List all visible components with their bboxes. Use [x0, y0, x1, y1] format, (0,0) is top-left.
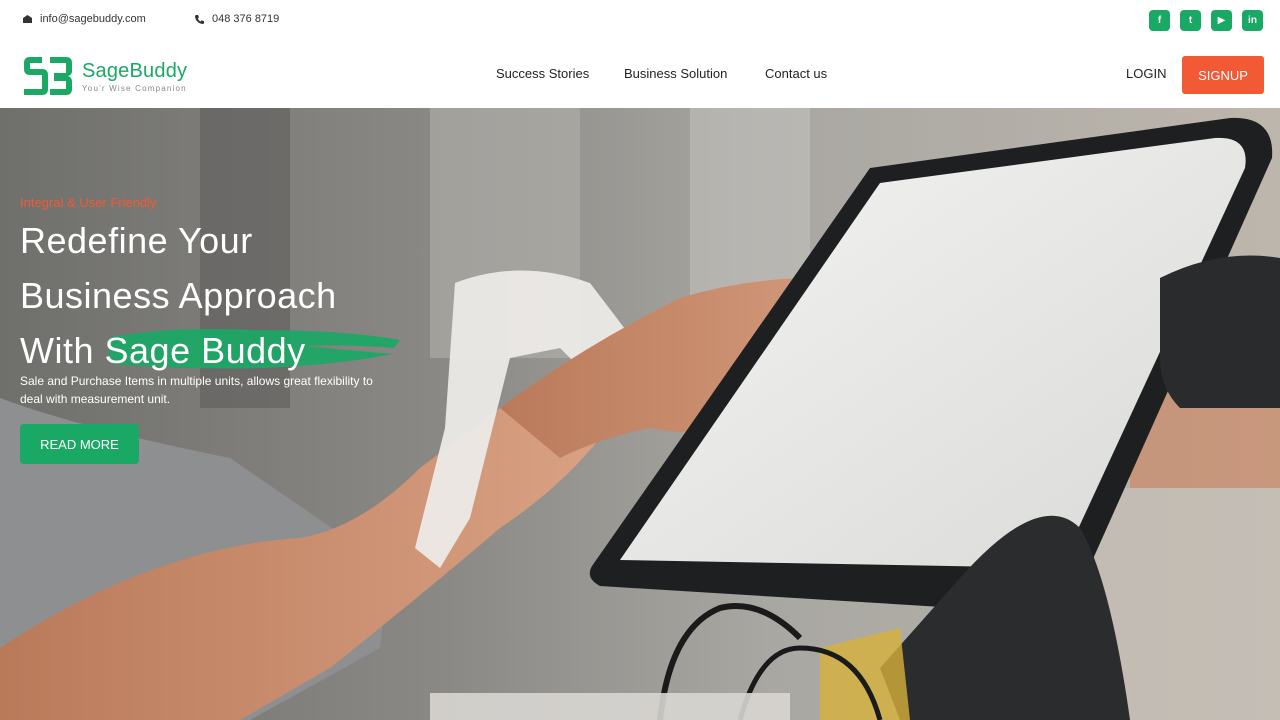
email-contact[interactable]: info@sagebuddy.com [20, 12, 146, 26]
linkedin-icon[interactable]: in [1242, 10, 1263, 31]
headline-line-3-prefix: With [20, 330, 105, 371]
headline-highlight: Sage Buddy [104, 330, 306, 371]
sagebuddy-logo-icon [24, 57, 72, 95]
hero-description: Sale and Purchase Items in multiple unit… [20, 374, 373, 406]
main-header: SageBuddy You'r Wise Companion Success S… [0, 40, 1280, 108]
logo-name: SageBuddy [82, 59, 188, 82]
signup-button[interactable]: SIGNUP [1182, 56, 1264, 94]
social-links: f t ▶ in [1149, 10, 1263, 31]
mail-icon [20, 12, 34, 26]
nav-contact-us[interactable]: Contact us [765, 66, 827, 81]
headline-line-2: Business Approach [20, 275, 337, 316]
top-contact-bar: info@sagebuddy.com 048 376 8719 f t ▶ in [0, 0, 1280, 40]
hero-eyebrow: Integral & User Friendly [20, 195, 157, 210]
site-logo[interactable]: SageBuddy You'r Wise Companion [20, 55, 187, 97]
twitter-icon[interactable]: t [1180, 10, 1201, 31]
read-more-button[interactable]: READ MORE [20, 424, 139, 464]
nav-success-stories[interactable]: Success Stories [496, 66, 589, 81]
facebook-icon[interactable]: f [1149, 10, 1170, 31]
headline-line-3: With Sage Buddy [20, 323, 337, 378]
youtube-icon[interactable]: ▶ [1211, 10, 1232, 31]
phone-icon [192, 12, 206, 26]
phone-contact[interactable]: 048 376 8719 [192, 12, 279, 26]
nav-business-solution[interactable]: Business Solution [624, 66, 727, 81]
hero-background-photo [0, 108, 1280, 720]
hero-banner: Integral & User Friendly Redefine Your B… [0, 108, 1280, 720]
headline-line-1: Redefine Your [20, 220, 253, 261]
logo-tagline: You'r Wise Companion [82, 83, 187, 93]
hero-headline: Redefine Your Business Approach With Sag… [20, 213, 337, 378]
login-link[interactable]: LOGIN [1126, 66, 1166, 81]
phone-text: 048 376 8719 [212, 13, 280, 25]
email-text: info@sagebuddy.com [40, 13, 146, 25]
